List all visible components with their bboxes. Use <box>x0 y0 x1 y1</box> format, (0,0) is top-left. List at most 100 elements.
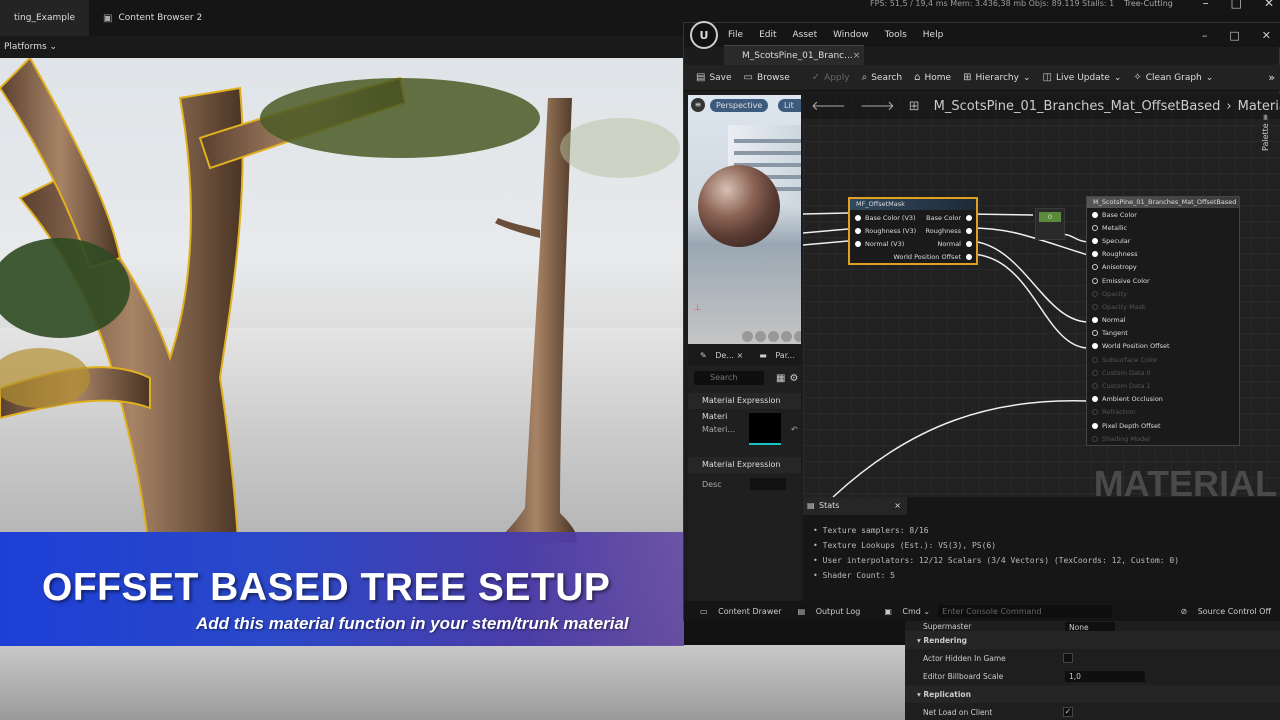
parameters-tab[interactable]: ▬ Par... <box>753 351 795 360</box>
mat-pin-row[interactable]: Anisotropy <box>1087 261 1239 274</box>
cmd-button[interactable]: ▣ Cmd ⌄ <box>876 607 930 616</box>
material-thumbnail[interactable] <box>749 413 782 445</box>
cylinder-icon[interactable] <box>742 331 753 342</box>
tab-level[interactable]: ting_Example <box>0 0 89 36</box>
details-search-input[interactable]: Search <box>694 371 764 385</box>
node-material-result[interactable]: M_ScotsPine_01_Branches_Mat_OffsetBased … <box>1086 196 1240 446</box>
rendering-label: Rendering <box>923 635 968 645</box>
mat-pin-row[interactable]: Normal <box>1087 314 1239 327</box>
tab-close-icon[interactable]: × <box>853 51 861 61</box>
menu-asset[interactable]: Asset <box>793 30 818 40</box>
mat-pin-row[interactable]: Custom Data 1 <box>1087 379 1239 392</box>
hierarchy-button[interactable]: ⊞ Hierarchy ⌄ <box>963 72 1030 83</box>
settings-gear-icon[interactable]: ⚙ <box>789 373 798 384</box>
close-icon[interactable]: × <box>894 497 901 515</box>
replication-section[interactable]: ▾ Replication <box>905 685 1280 703</box>
stats-list: Texture samplers: 8/16 Texture Lookups (… <box>813 523 1280 583</box>
details-section-2[interactable]: Material Expression <box>688 457 801 473</box>
mat-pin-label: Roughness <box>1102 250 1138 259</box>
supermaster-select[interactable]: None <box>1065 621 1115 632</box>
cube-icon[interactable] <box>781 331 792 342</box>
close-icon[interactable]: ✕ <box>1262 29 1271 42</box>
tab-content-browser[interactable]: ▣ Content Browser 2 <box>89 0 216 36</box>
source-control-button[interactable]: ⊘ Source Control Off <box>1172 607 1271 616</box>
mat-pin-row[interactable]: Opacity <box>1087 287 1239 300</box>
constant-value[interactable]: 0 <box>1039 212 1061 222</box>
actor-hidden-checkbox[interactable] <box>1063 653 1073 663</box>
details-tab[interactable]: ✎ De... × <box>694 351 743 360</box>
output-log-button[interactable]: ▤ Output Log <box>790 607 861 616</box>
menu-tools[interactable]: Tools <box>885 30 907 40</box>
stats-tab[interactable]: ▤ Stats × <box>803 497 907 515</box>
node-mf-offsetmask[interactable]: MF_OffsetMask Base Color (V3) Roughness … <box>848 197 978 265</box>
pin-icon <box>855 227 861 234</box>
mf-output-label: World Position Offset <box>893 253 961 262</box>
palette-tab[interactable]: Palette ≡ <box>1261 93 1279 173</box>
menu-edit[interactable]: Edit <box>759 30 776 40</box>
pin-icon <box>1092 435 1098 442</box>
content-drawer-button[interactable]: ▭ Content Drawer <box>692 607 782 616</box>
mat-pin-row[interactable]: Ambient Occlusion <box>1087 393 1239 406</box>
mat-pin-row[interactable]: Specular <box>1087 234 1239 247</box>
menu-window[interactable]: Window <box>833 30 869 40</box>
mat-pin-row[interactable]: Custom Data 0 <box>1087 366 1239 379</box>
save-button[interactable]: ▤ Save <box>696 72 732 83</box>
reset-arrow-icon[interactable]: ↶ <box>791 425 798 434</box>
close-icon[interactable]: ✕ <box>1264 0 1274 10</box>
menu-help[interactable]: Help <box>923 30 944 40</box>
table-view-icon[interactable]: ▦ <box>776 373 785 384</box>
details-section-1[interactable]: Material Expression Materi <box>688 393 801 421</box>
mat-pin-row[interactable]: Emissive Color <box>1087 274 1239 287</box>
net-load-checkbox[interactable]: ✓ <box>1063 707 1073 717</box>
mat-pin-row[interactable]: World Position Offset <box>1087 340 1239 353</box>
menu-file[interactable]: File <box>728 30 743 40</box>
mat-pin-row[interactable]: Pixel Depth Offset <box>1087 419 1239 432</box>
mf-output-roughness[interactable]: Roughness <box>893 224 976 237</box>
material-pins: Base Color Metallic Specular Roughness Aniso… <box>1087 208 1239 445</box>
mf-output-base-color[interactable]: Base Color <box>893 211 976 224</box>
mat-pin-row[interactable]: Shading Model <box>1087 432 1239 445</box>
node-constant[interactable]: 0 <box>1035 208 1065 240</box>
perspective-button[interactable]: Perspective <box>710 99 769 112</box>
mesh-icon[interactable] <box>794 331 801 342</box>
preview-menu-icon[interactable]: ≡ <box>691 98 705 112</box>
lit-button[interactable]: Lit <box>778 99 801 112</box>
mat-pin-row[interactable]: Opacity Mask <box>1087 300 1239 313</box>
sphere-icon[interactable] <box>755 331 766 342</box>
home-button[interactable]: ⌂ Home <box>914 72 951 83</box>
mat-pin-row[interactable]: Base Color <box>1087 208 1239 221</box>
toolbar-overflow-icon[interactable]: » <box>1268 71 1275 84</box>
material-doc-tab[interactable]: M_ScotsPine_01_Branc... × <box>724 45 864 65</box>
clean-graph-button[interactable]: ✧ Clean Graph ⌄ <box>1133 72 1213 83</box>
foliage-top <box>260 78 540 158</box>
maximize-icon[interactable]: □ <box>1231 0 1242 10</box>
rendering-section[interactable]: ▾ Rendering <box>905 631 1280 649</box>
apply-button[interactable]: ✓ Apply <box>812 72 850 83</box>
platforms-button[interactable]: Platforms ⌄ <box>4 42 57 52</box>
mat-pin-row[interactable]: Metallic <box>1087 221 1239 234</box>
desc-input[interactable] <box>749 478 786 490</box>
console-input[interactable]: Enter Console Command <box>938 604 1113 618</box>
mat-pin-row[interactable]: Refraction <box>1087 406 1239 419</box>
mf-output-normal[interactable]: Normal <box>893 237 976 250</box>
details-tab-label: De... <box>715 350 734 360</box>
mat-pin-row[interactable]: Tangent <box>1087 327 1239 340</box>
net-load-row: Net Load on Client ✓ <box>905 703 1280 720</box>
minimize-icon[interactable]: – <box>1202 29 1208 42</box>
pin-icon <box>1092 277 1098 284</box>
billboard-input[interactable]: 1,0 <box>1065 670 1145 682</box>
plane-icon[interactable] <box>768 331 779 342</box>
minimize-icon[interactable]: – <box>1203 0 1209 10</box>
maximize-icon[interactable]: □ <box>1229 29 1239 42</box>
material-preview-viewport[interactable]: ≡ Perspective Lit ⊥ <box>688 95 801 344</box>
browse-button[interactable]: ▭ Browse <box>744 72 790 83</box>
mf-output-wpo[interactable]: World Position Offset <box>893 251 976 264</box>
mat-pin-row[interactable]: Subsurface Color <box>1087 353 1239 366</box>
supermaster-row: Supermaster None <box>905 621 1280 632</box>
material-graph[interactable]: 🡐 🡒 ⊞ M_ScotsPine_01_Branches_Mat_Offset… <box>803 93 1280 497</box>
perf-stats: FPS: 51,5 / 19,4 ms Mem: 3.436,38 mb Obj… <box>870 0 1115 8</box>
pin-icon <box>1092 356 1098 363</box>
search-button[interactable]: ⌕ Search <box>862 72 903 83</box>
live-update-button[interactable]: ◫ Live Update ⌄ <box>1043 72 1122 83</box>
mat-pin-row[interactable]: Roughness <box>1087 248 1239 261</box>
